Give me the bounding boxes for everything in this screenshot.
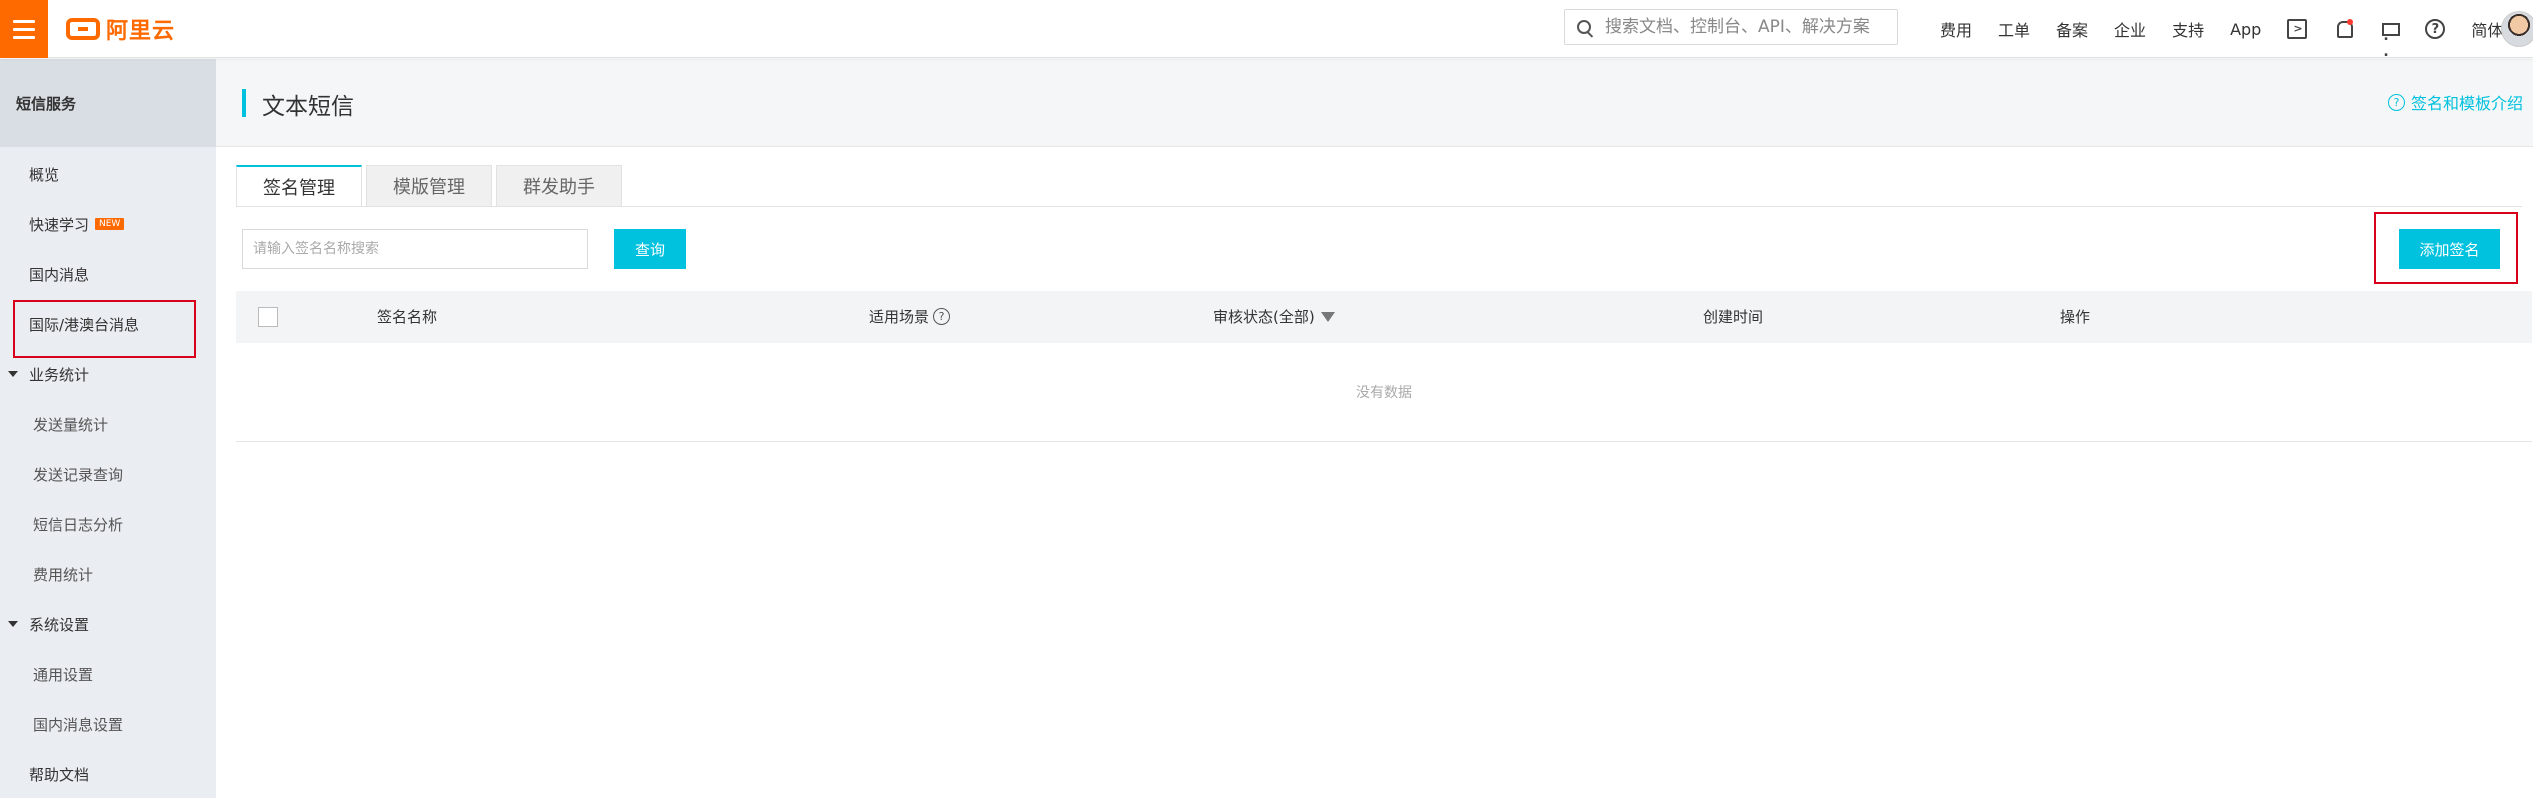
column-actions: 操作	[2060, 306, 2090, 327]
column-review-status: 审核状态(全部)	[1213, 306, 1335, 327]
sidebar-item-label: 概览	[29, 165, 60, 184]
tab-divider	[236, 206, 2522, 207]
sidebar-item-label: 发送记录查询	[33, 465, 124, 484]
column-label: 操作	[2060, 308, 2091, 326]
shopping-cart-icon[interactable]	[2379, 19, 2401, 60]
column-created-time: 创建时间	[1703, 306, 1763, 327]
column-label: 审核状态(全部)	[1213, 308, 1315, 326]
sidebar-item-label: 快速学习	[29, 215, 90, 234]
sidebar-item-label: 短信日志分析	[33, 515, 124, 534]
user-avatar[interactable]	[2501, 11, 2533, 47]
sidebar-item-label: 发送量统计	[33, 415, 109, 434]
tab-template-management[interactable]: 模版管理	[366, 165, 492, 207]
question-circle-icon: ?	[2387, 93, 2405, 111]
sidebar-item-domestic-message-settings[interactable]: 国内消息设置	[0, 699, 216, 749]
help-icon[interactable]: ?	[2425, 19, 2446, 39]
nav-support[interactable]: 支持	[2172, 17, 2204, 41]
intro-link-label: 签名和模板介绍	[2410, 94, 2523, 113]
select-all-checkbox[interactable]	[258, 307, 278, 327]
title-accent-bar	[242, 89, 246, 117]
sidebar-item-overview[interactable]: 概览	[0, 149, 216, 199]
notification-bell-icon[interactable]	[2333, 19, 2354, 39]
column-label: 签名名称	[377, 308, 438, 326]
sidebar-item-general-settings[interactable]: 通用设置	[0, 649, 216, 699]
main-content: 文本短信 ? 签名和模板介绍 签名管理 模版管理 群发助手 查询 添加签名 签名…	[216, 59, 2533, 798]
sidebar-item-quick-learn[interactable]: 快速学习 NEW	[0, 199, 216, 249]
sidebar-item-label: 国内消息设置	[33, 715, 124, 734]
sidebar-item-label: 系统设置	[29, 615, 90, 634]
hamburger-menu-icon[interactable]	[0, 0, 48, 58]
sidebar-item-label: 国内消息	[29, 265, 90, 284]
highlight-box-domestic-messages	[13, 300, 196, 358]
aliyun-logo-icon	[66, 18, 100, 40]
column-signature-name: 签名名称	[377, 306, 437, 327]
column-label: 适用场景	[869, 308, 930, 326]
sidebar-menu: 概览 快速学习 NEW 国内消息 国际/港澳台消息 业务统计 发送量统计 发送记录…	[0, 147, 216, 799]
nav-tickets[interactable]: 工单	[1998, 17, 2030, 41]
nav-app[interactable]: App	[2230, 20, 2261, 39]
signature-template-intro-link[interactable]: ? 签名和模板介绍	[2387, 90, 2523, 114]
sidebar-item-send-record-query[interactable]: 发送记录查询	[0, 449, 216, 499]
empty-table-message: 没有数据	[236, 343, 2532, 442]
nav-icp-filing[interactable]: 备案	[2056, 17, 2088, 41]
tab-bar: 签名管理 模版管理 群发助手	[236, 165, 626, 207]
add-signature-button[interactable]: 添加签名	[2399, 229, 2500, 269]
sidebar-group-system-settings[interactable]: 系统设置	[0, 599, 216, 649]
table-header: 签名名称 适用场景? 审核状态(全部) 创建时间 操作	[236, 291, 2532, 343]
sidebar-item-label: 通用设置	[33, 665, 94, 684]
signature-search-input[interactable]	[242, 229, 588, 269]
sidebar-item-help-docs[interactable]: 帮助文档	[0, 749, 216, 799]
sidebar-item-label: 业务统计	[29, 365, 90, 384]
sidebar: 短信服务 概览 快速学习 NEW 国内消息 国际/港澳台消息 业务统计 发送量统计…	[0, 59, 216, 798]
global-search[interactable]	[1564, 9, 1898, 45]
page-title: 文本短信	[262, 94, 354, 120]
sidebar-item-send-volume-stats[interactable]: 发送量统计	[0, 399, 216, 449]
language-switch[interactable]: 简体	[2471, 17, 2503, 41]
filter-icon[interactable]	[1320, 311, 1335, 322]
sidebar-item-domestic-messages[interactable]: 国内消息	[0, 249, 216, 299]
nav-enterprise[interactable]: 企业	[2114, 17, 2146, 41]
tab-signature-management[interactable]: 签名管理	[236, 165, 362, 207]
brand-name: 阿里云	[106, 19, 176, 44]
sidebar-item-label: 帮助文档	[29, 765, 90, 784]
nav-billing[interactable]: 费用	[1940, 17, 1972, 41]
caret-down-icon	[8, 371, 18, 377]
query-button[interactable]: 查询	[614, 229, 686, 269]
terminal-icon[interactable]	[2287, 19, 2308, 39]
global-search-input[interactable]	[1605, 17, 1885, 37]
top-navigation-bar: 阿里云 费用 工单 备案 企业 支持 App ? 简体	[0, 0, 2533, 60]
new-badge: NEW	[95, 218, 125, 230]
sidebar-item-cost-stats[interactable]: 费用统计	[0, 549, 216, 599]
sidebar-item-sms-log-analysis[interactable]: 短信日志分析	[0, 499, 216, 549]
sidebar-item-label: 费用统计	[33, 565, 94, 584]
caret-down-icon	[8, 621, 18, 627]
top-nav-links: 费用 工单 备案 企业 支持 App ? 简体	[1940, 0, 2529, 60]
question-circle-icon[interactable]: ?	[933, 308, 951, 325]
search-icon	[1577, 20, 1591, 34]
sidebar-title: 短信服务	[0, 59, 216, 147]
column-usage-scenario: 适用场景?	[869, 306, 951, 327]
aliyun-logo[interactable]: 阿里云	[66, 12, 175, 46]
page-header: 文本短信 ? 签名和模板介绍	[216, 59, 2533, 147]
tab-bulk-send-assistant[interactable]: 群发助手	[496, 165, 622, 207]
column-label: 创建时间	[1703, 308, 1764, 326]
